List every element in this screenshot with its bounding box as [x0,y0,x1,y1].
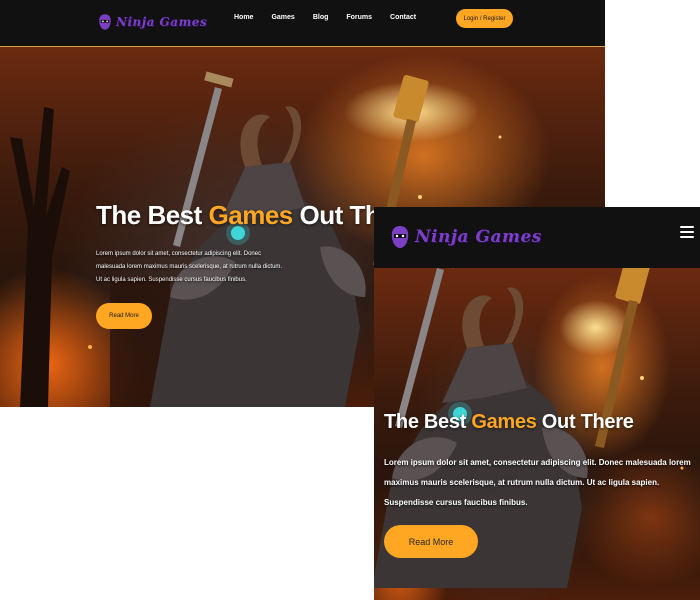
mobile-mockup: Ninja Games The Best Games Out There Lor… [374,207,700,600]
hero-title: The Best Games Out There [384,411,634,433]
hero-description: Lorem ipsum dolor sit amet, consectetur … [384,458,691,507]
hero-title-highlight: Games [471,411,537,433]
read-more-button[interactable]: Read More [96,303,152,329]
nav-link-blog[interactable]: Blog [313,14,329,21]
ninja-logo-icon [391,226,409,248]
nav-link-home[interactable]: Home [234,14,253,21]
nav-link-games[interactable]: Games [271,14,294,21]
logo-text: Ninja Games [116,15,208,29]
hero-title-highlight: Games [208,200,294,230]
hamburger-menu-icon[interactable] [680,226,694,238]
hero-description: Lorem ipsum dolor sit amet, consectetur … [96,251,283,283]
logo-text: Ninja Games [415,227,542,247]
desktop-logo[interactable]: Ninja Games [98,13,207,31]
hero-title: The Best Games Out There [96,200,418,230]
mobile-navbar: Ninja Games [374,207,700,268]
desktop-nav-links: Home Games Blog Forums Contact [234,14,434,21]
mobile-logo[interactable]: Ninja Games [390,225,542,249]
read-more-button[interactable]: Read More [384,525,478,558]
desktop-navbar: Ninja Games Home Games Blog Forums Conta… [0,0,605,47]
ninja-logo-icon [99,14,111,30]
nav-link-contact[interactable]: Contact [390,14,416,21]
mobile-hero: The Best Games Out There Lorem ipsum dol… [374,268,700,600]
nav-link-forums[interactable]: Forums [346,14,372,21]
login-register-button[interactable]: Login / Register [456,9,513,28]
